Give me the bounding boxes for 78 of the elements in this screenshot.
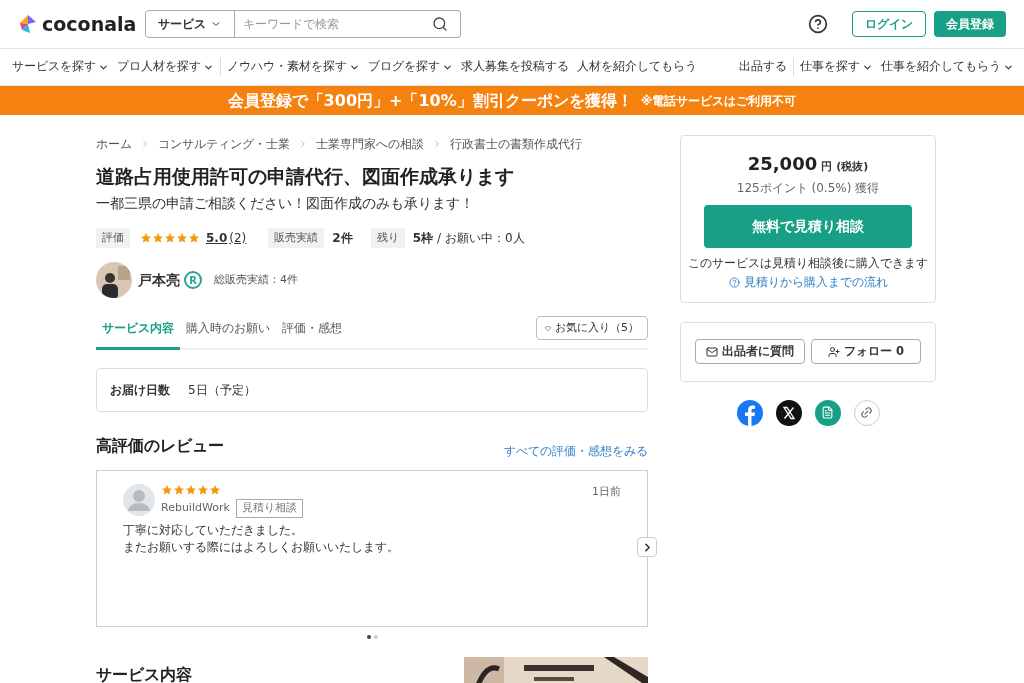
banner-note: ※電話サービスはご利用不可 [640,92,797,110]
nav-link[interactable]: 仕事を紹介してもらう [881,58,1014,76]
price-amount: 25,000 [747,152,818,176]
rank-badge: R [184,271,202,290]
label-tag: 残り [370,227,405,249]
chevron-right-icon [432,139,442,149]
review-tag: 見積り相談 [235,499,303,518]
nav-link[interactable]: 求人募集を投稿する [461,58,569,76]
avatar-placeholder [123,484,155,517]
chevron-right-icon [298,139,308,149]
star-icon [173,484,185,497]
search-input[interactable]: キーワードで検索 [235,15,432,33]
nav-link[interactable]: ノウハウ・素材を探す [227,58,360,76]
star-icon [152,232,164,244]
nav-link[interactable]: サービスを探す [12,58,109,76]
x-icon[interactable] [775,399,802,426]
nav-link[interactable]: 人材を紹介してもらう [577,58,697,76]
mail-icon [706,345,718,358]
avatar[interactable] [96,262,132,299]
logo-icon [18,14,38,34]
search-icon[interactable] [432,16,448,32]
user-plus-icon [828,345,840,358]
star-icon [185,484,197,497]
label-tag: 評価 [96,227,130,249]
question-button[interactable]: 出品者に質問 [695,339,805,364]
page-title: 道路占用使用許可の申請代行、図面作成承ります [96,165,515,189]
review-time: 1日前 [592,484,621,501]
breadcrumb-link[interactable]: 士業専門家への相談 [316,135,424,153]
see-all-link[interactable]: すべての評価・感想をみる [504,442,648,461]
separator-text: / [437,230,442,247]
breadcrumb-link[interactable]: 行政書士の書類作成代行 [450,135,582,153]
star-icon [161,484,173,497]
purchase-note: このサービスは見積り相談後に購入できます [688,255,928,272]
points-text: 125ポイント (0.5%) 獲得 [736,180,880,197]
star-icon [197,484,209,497]
logo-text[interactable]: coconala [42,9,137,39]
delivery-label: お届け日数 [110,382,170,400]
nav-link[interactable]: ブログを探す [368,58,453,76]
rating-count[interactable]: (2) [229,229,247,247]
breadcrumb-link[interactable]: コンサルティング・士業 [158,135,290,153]
category-dropdown[interactable]: サービス [145,10,235,38]
star-icon [188,232,200,244]
tax-note: (税抜) [836,159,869,175]
favorite-button[interactable]: お気に入り（5） [536,316,648,341]
label-tag: 販売実績 [268,227,325,249]
star-icon [140,232,152,244]
section-heading: 高評価のレビュー [96,435,224,458]
facebook-icon[interactable] [736,399,763,426]
banner-text: 会員登録で「300円」+「10%」割引クーポンを獲得！ [227,89,633,112]
help-icon [728,277,740,289]
waiting-count: お願い中：0人 [445,230,525,247]
next-button[interactable] [637,537,657,558]
total-sales: 総販売実績：4件 [214,272,298,288]
search-field[interactable]: キーワードで検索 [235,10,461,38]
nav-link[interactable]: 仕事を探す [800,58,873,76]
review-text: 丁寧に対応していただきました。 またお願いする際にはよろしくお願いいたします。 [123,521,400,556]
tab[interactable]: 購入時のお願い [180,319,276,351]
tab[interactable]: 評価・感想 [276,319,348,351]
note-share-icon[interactable] [814,399,841,426]
flow-link[interactable]: 見積りから購入までの流れ [728,274,888,292]
delivery-value: 5日（予定） [188,382,256,400]
star-icon [164,232,176,244]
star-icon [209,484,221,497]
follow-button[interactable]: フォロー 0 [811,339,921,364]
help-icon[interactable] [808,14,828,34]
nav-link[interactable]: 出品する [739,58,787,76]
seller-name[interactable]: 戸本亮 [138,269,180,291]
section-heading: サービス内容 [96,664,192,683]
breadcrumb-link[interactable]: ホーム [96,135,132,153]
nav-link[interactable]: プロ人材を探す [117,58,214,76]
chevron-right-icon [140,139,150,149]
sales-count: 2件 [332,230,353,247]
price-unit: 円 [821,159,833,175]
reviewer-name: RebuildWork [161,500,230,517]
rating-score[interactable]: 5.0 [206,229,228,247]
subtitle: 一都三県の申請ご相談ください！図面作成のみも承ります！ [96,193,475,213]
remaining-slots: 5枠 [412,229,433,247]
star-icon [176,232,188,244]
